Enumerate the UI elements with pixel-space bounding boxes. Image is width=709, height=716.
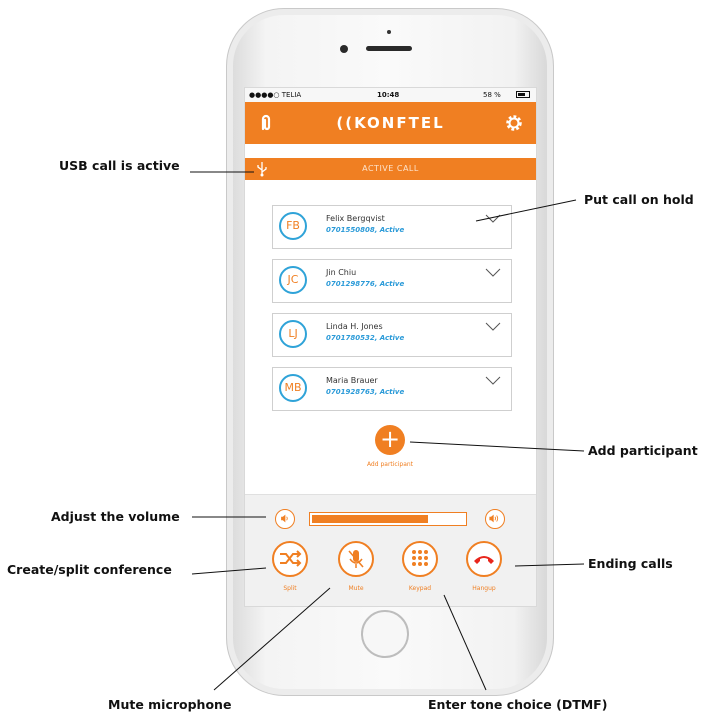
callout-create-split-conference: Create/split conference — [7, 562, 172, 577]
callout-adjust-volume: Adjust the volume — [51, 509, 180, 524]
callout-enter-tone-dtmf: Enter tone choice (DTMF) — [428, 697, 608, 712]
callout-mute-microphone: Mute microphone — [108, 697, 232, 712]
callout-lines — [190, 171, 585, 691]
callout-usb-call-active: USB call is active — [59, 158, 180, 173]
callout-ending-calls: Ending calls — [588, 556, 673, 571]
callout-put-call-on-hold: Put call on hold — [584, 192, 694, 207]
callout-add-participant: Add participant — [588, 443, 698, 458]
